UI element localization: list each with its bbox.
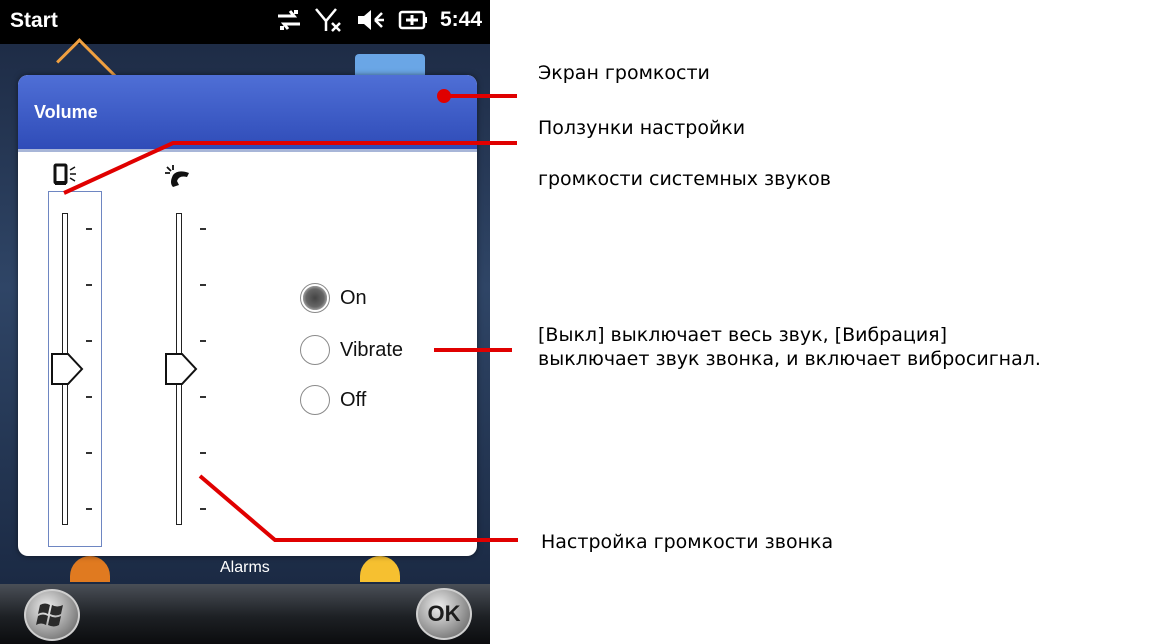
- note-volume-screen: Экран громкости: [538, 62, 710, 84]
- callout-dot: [437, 89, 451, 103]
- note-ring-volume: Настройка громкости звонка: [541, 531, 834, 553]
- note-sliders-line2: громкости системных звуков: [538, 168, 831, 190]
- note-sliders-line1: Ползунки настройки: [538, 117, 746, 139]
- note-mode-line2: выключает звук звонка, и включает виброс…: [538, 348, 1041, 370]
- callout-line-ring-volume: [198, 474, 518, 542]
- note-mode-line1: [Выкл] выключает весь звук, [Вибрация]: [538, 324, 948, 346]
- callout-line-sliders: [63, 141, 517, 195]
